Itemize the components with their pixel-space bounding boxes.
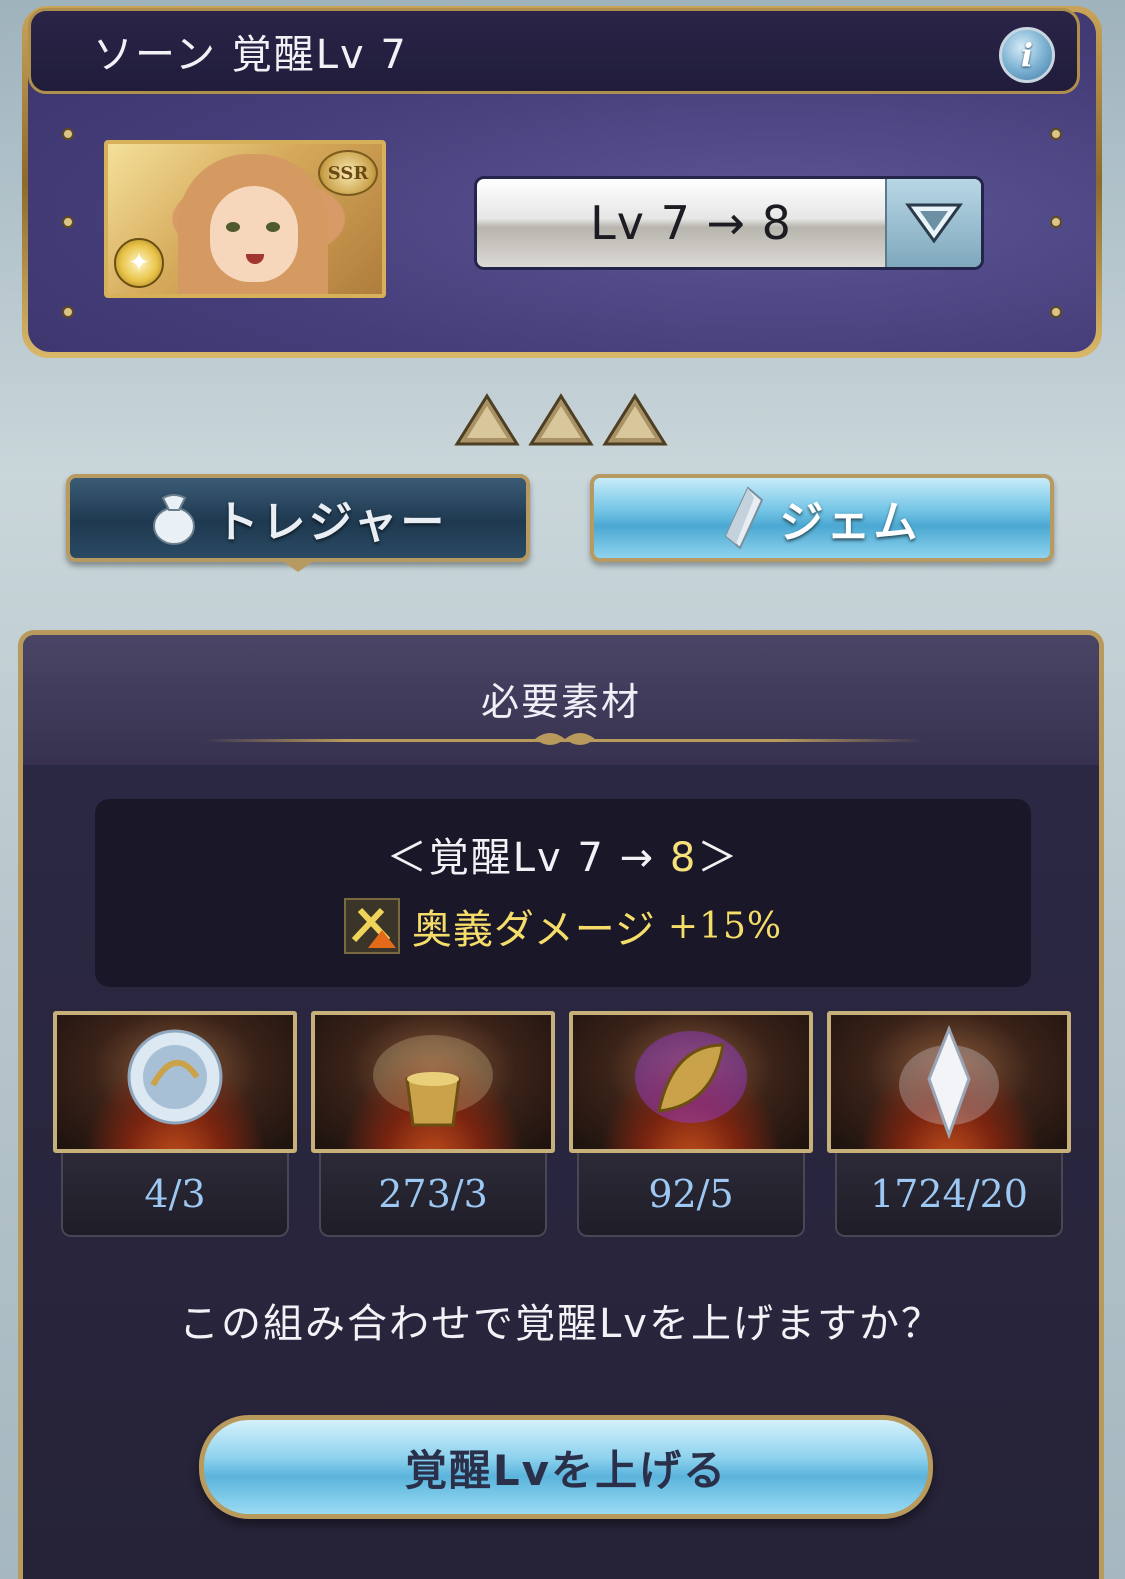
gem-crystal-icon (724, 486, 763, 550)
tab-treasure-label: トレジャー (214, 497, 448, 548)
chalice-material-icon (311, 1011, 555, 1153)
material-item-chalice[interactable]: 273/3 (311, 1011, 555, 1239)
title-bar: ソーン 覚醒Lv 7 i (28, 8, 1080, 94)
rivet-icon (62, 128, 74, 140)
bonus-title-suffix: ＞ (697, 835, 740, 881)
character-panel: SSR ✦ Lv 7 → 8 ソーン 覚醒Lv 7 i (22, 6, 1102, 358)
awakening-bonus-box: ＜覚醒Lv 7 → 8＞ 奥義ダメージ +15% (95, 799, 1031, 987)
material-count: 273/3 (319, 1153, 547, 1237)
materials-panel: 必要素材 ＜覚醒Lv 7 → 8＞ 奥義ダメージ +15% 4/3 273/3 … (18, 630, 1104, 1579)
leaf-material-icon (569, 1011, 813, 1153)
character-portrait[interactable]: SSR ✦ (104, 140, 386, 298)
rivet-icon (1050, 216, 1062, 228)
rivet-icon (62, 306, 74, 318)
crystal-material-icon (827, 1011, 1071, 1153)
tab-gem[interactable]: ジェム (590, 474, 1054, 562)
material-item-crystal[interactable]: 1724/20 (827, 1011, 1071, 1239)
level-dropdown-value: Lv 7 → 8 (590, 196, 792, 250)
bonus-title: ＜覚醒Lv 7 → 8＞ (95, 825, 1031, 883)
star-triangle-icon (602, 393, 668, 446)
rivet-icon (1050, 306, 1062, 318)
ougi-damage-up-icon (343, 898, 400, 954)
bonus-title-target: 8 (669, 835, 698, 881)
treasure-bag-icon (152, 494, 195, 545)
light-element-icon: ✦ (114, 238, 164, 288)
material-item-sphere[interactable]: 4/3 (53, 1011, 297, 1239)
material-count: 1724/20 (835, 1153, 1063, 1237)
dropdown-arrow-icon[interactable] (885, 179, 981, 267)
rivet-icon (1050, 128, 1062, 140)
ornament-icon (535, 733, 595, 745)
awaken-level-up-button[interactable]: 覚醒Lvを上げる (199, 1415, 933, 1519)
confirm-message: この組み合わせで覚醒Lvを上げますか？ (179, 1301, 943, 1347)
portrait-face (210, 186, 298, 282)
bonus-effect-value: +15% (667, 905, 783, 947)
rivet-icon (62, 216, 74, 228)
material-item-leaf[interactable]: 92/5 (569, 1011, 813, 1239)
page-title: ソーン 覚醒Lv 7 (93, 32, 408, 78)
star-triangle-icon (454, 393, 520, 446)
tab-treasure[interactable]: トレジャー (66, 474, 530, 562)
info-icon[interactable]: i (999, 27, 1055, 83)
active-tab-indicator (278, 558, 318, 572)
star-triangle-icon (528, 393, 594, 446)
bonus-title-prefix: ＜覚醒Lv 7 → (386, 835, 670, 881)
materials-title: 必要素材 (480, 680, 641, 724)
bonus-effect: 奥義ダメージ +15% (95, 897, 1031, 955)
level-dropdown[interactable]: Lv 7 → 8 (474, 176, 984, 270)
portrait-eye (226, 222, 240, 232)
bonus-effect-label: 奥義ダメージ (411, 907, 656, 953)
ssr-rarity-badge: SSR (318, 150, 378, 196)
material-count: 92/5 (577, 1153, 805, 1237)
awakening-stars (453, 392, 669, 448)
sphere-material-icon (53, 1011, 297, 1153)
materials-header: 必要素材 (23, 635, 1099, 765)
tab-gem-label: ジェム (779, 497, 921, 548)
material-count: 4/3 (61, 1153, 289, 1237)
portrait-eye (266, 222, 280, 232)
